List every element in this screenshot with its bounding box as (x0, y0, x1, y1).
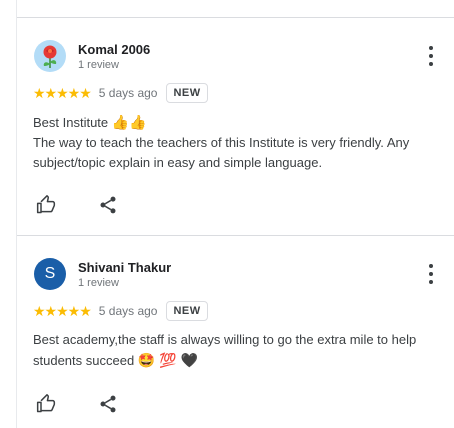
review-time: 5 days ago (98, 304, 158, 318)
emoji-group: 🤩 💯 🖤 (137, 352, 198, 368)
more-options-button[interactable] (424, 264, 438, 284)
share-icon (100, 196, 116, 214)
review-time: 5 days ago (98, 86, 158, 100)
share-button[interactable] (97, 393, 119, 415)
reviewer-name[interactable]: Shivani Thakur (78, 260, 171, 275)
new-badge: NEW (166, 301, 208, 321)
star-rating: ★★★★★ (33, 84, 92, 101)
review-card: S Shivani Thakur 1 review ★★★★★ 5 days a… (17, 236, 454, 428)
rating-row: ★★★★★ 5 days ago NEW (33, 300, 208, 322)
review-card: Komal 2006 1 review ★★★★★ 5 days ago NEW… (17, 18, 454, 236)
review-title: Best Institute (33, 115, 109, 130)
rose-avatar-icon (43, 45, 57, 68)
thumbs-up-icon (36, 195, 56, 214)
star-rating: ★★★★★ (33, 302, 92, 319)
review-actions (35, 393, 119, 415)
reviewer-review-count: 1 review (78, 59, 119, 71)
rating-row: ★★★★★ 5 days ago NEW (33, 82, 208, 104)
more-options-button[interactable] (424, 46, 438, 66)
more-vert-icon (429, 46, 433, 50)
review-body: The way to teach the teachers of this In… (33, 135, 410, 170)
review-text: Best Institute 👍👍 The way to teach the t… (33, 112, 443, 173)
previous-review-end (17, 0, 454, 18)
reviewer-avatar[interactable]: S (34, 258, 66, 290)
more-vert-icon (429, 264, 433, 268)
thumbs-up-emoji: 👍👍 (111, 114, 147, 130)
reviewer-name[interactable]: Komal 2006 (78, 42, 150, 57)
review-actions (35, 194, 119, 216)
share-icon (100, 395, 116, 413)
review-text: Best academy,the staff is always willing… (33, 330, 443, 371)
share-button[interactable] (97, 194, 119, 216)
thumbs-up-icon (36, 394, 56, 413)
like-button[interactable] (35, 194, 57, 216)
new-badge: NEW (166, 83, 208, 103)
reviewer-avatar[interactable] (34, 40, 66, 72)
reviewer-review-count: 1 review (78, 277, 119, 289)
review-body: Best academy,the staff is always willing… (33, 332, 417, 368)
like-button[interactable] (35, 393, 57, 415)
